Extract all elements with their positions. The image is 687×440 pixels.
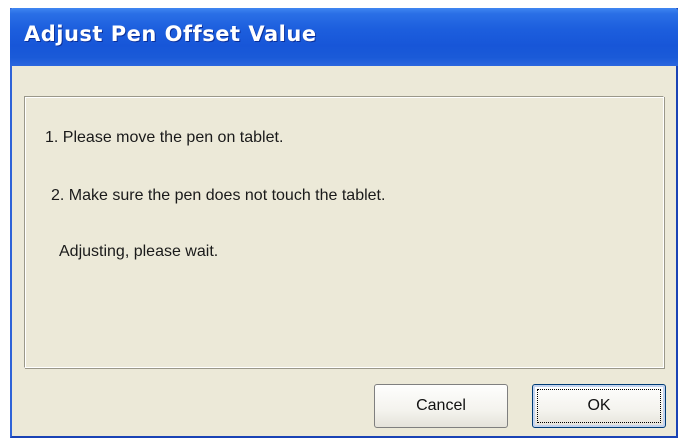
ok-button[interactable]: OK [532, 384, 666, 428]
dialog-window: Adjust Pen Offset Value 1. Please move t… [10, 8, 678, 438]
cancel-button-label: Cancel [416, 397, 466, 414]
cancel-button[interactable]: Cancel [374, 384, 508, 428]
message-panel: 1. Please move the pen on tablet. 2. Mak… [24, 96, 664, 368]
title-bar[interactable]: Adjust Pen Offset Value [10, 8, 678, 66]
instruction-step-1: 1. Please move the pen on tablet. [45, 129, 284, 146]
instruction-step-2: 2. Make sure the pen does not touch the … [51, 187, 386, 204]
dialog-title: Adjust Pen Offset Value [24, 22, 317, 46]
status-text: Adjusting, please wait. [59, 243, 219, 260]
focus-ring [537, 389, 661, 423]
